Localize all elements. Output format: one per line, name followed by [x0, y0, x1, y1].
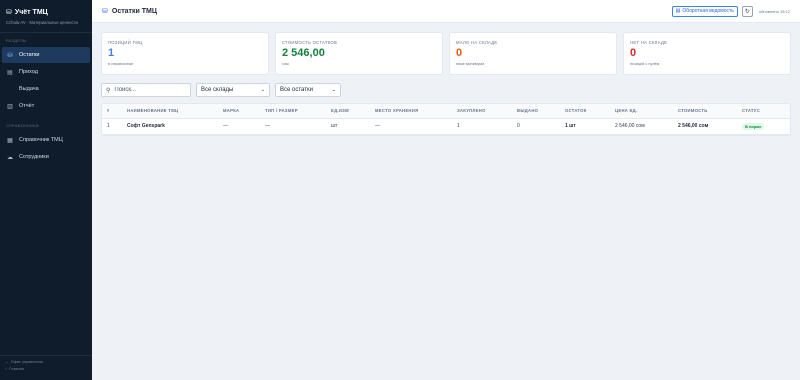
stat-card-empty: Нет на складе 0 позиций с нулём [623, 32, 791, 75]
card-label: Мало на складе [456, 40, 498, 45]
card-sub: сом [282, 62, 289, 66]
file-icon: ▤ [675, 8, 681, 14]
page-title-text: Остатки ТМЦ [111, 7, 157, 15]
topbar: ⛁ Остатки ТМЦ ▤ Оборотная ведомость ↻ об… [92, 0, 800, 23]
updated-time: обновлено 15:12 [758, 8, 790, 14]
cell-issued: 0 [512, 118, 560, 135]
card-sub: в справочнике [108, 62, 134, 66]
footer-link-home[interactable]: ⌂ Главная [5, 367, 87, 371]
refresh-button[interactable]: ↻ [741, 5, 753, 17]
refresh-icon: ↻ [744, 8, 750, 15]
app-title: ⛁ Учёт ТМЦ [6, 8, 86, 17]
cell-bought: 1 [452, 118, 512, 135]
table-row[interactable]: 1 Софт Genspark — — шт — 1 0 1 шт 2 546,… [102, 118, 790, 135]
column-header[interactable]: Остаток [560, 104, 610, 119]
warehouse-select[interactable]: Все склады ⌄ [196, 83, 270, 97]
stat-card-positions: Позиций ТМЦ 1 в справочнике [101, 32, 269, 75]
footer-link-office[interactable]: ← Офис управления [5, 360, 87, 364]
column-header[interactable]: Цена ед. [610, 104, 673, 119]
stat-cards: Позиций ТМЦ 1 в справочнике Стоимость ос… [101, 32, 791, 75]
cell-num: 1 [102, 118, 122, 135]
sidebar-item-report[interactable]: ▥ Отчёт [0, 98, 92, 114]
chevron-down-icon: ⌄ [331, 87, 336, 93]
column-header[interactable]: Стоимость [673, 104, 737, 119]
report-icon: ▥ [7, 103, 13, 110]
sidebar-item-stock[interactable]: ⛁ Остатки [2, 47, 90, 63]
cell-type: — [260, 118, 326, 135]
cell-place: — [370, 118, 452, 135]
card-label: Нет на складе [630, 40, 668, 45]
page-title: ⛁ Остатки ТМЦ [102, 7, 157, 16]
topbar-actions: ▤ Оборотная ведомость ↻ обновлено 15:12 [671, 5, 790, 17]
list-icon: ▦ [7, 137, 13, 144]
column-header[interactable]: Ед.изм [326, 104, 370, 119]
stat-card-value: Стоимость остатков 2 546,00 сом [275, 32, 443, 75]
home-icon: ⌂ [5, 367, 8, 371]
column-header[interactable]: Марка [218, 104, 260, 119]
brand: ⛁ Учёт ТМЦ Cсhala-AV · Материальные ценн… [0, 0, 92, 26]
filters: ⚲ Все склады ⌄ Все остатки ⌄ [101, 83, 341, 97]
boxes-icon: ⛁ [102, 8, 108, 15]
app-subtitle: Cсhala-AV · Материальные ценности [6, 20, 78, 25]
sidebar-item-issue[interactable]: Выдача [0, 81, 92, 97]
sidebar-item-employees[interactable]: ☁ Сотрудники [0, 149, 92, 165]
card-sub: ниже минимума [456, 62, 485, 66]
sidebar-item-catalog[interactable]: ▦ Справочник ТМЦ [0, 132, 92, 148]
table-header-row: # Наименование ТМЦ Марка Тип / размер Ед… [102, 104, 790, 119]
column-header[interactable]: Наименование ТМЦ [122, 104, 218, 119]
users-icon: ☁ [7, 154, 13, 161]
truck-icon: ▤ [7, 69, 13, 76]
cell-name: Софт Genspark [122, 118, 218, 135]
cell-rest: 1 шт [560, 118, 610, 135]
card-value: 2 546,00 [282, 47, 325, 59]
card-value: 0 [456, 47, 463, 59]
stat-card-low: Мало на складе 0 ниже минимума [449, 32, 617, 75]
column-header[interactable]: Закуплено [452, 104, 512, 119]
sidebar-item-label: Выдача [19, 86, 39, 92]
sidebar-footer: ← Офис управления ⌂ Главная [0, 355, 92, 380]
cell-cost: 2 546,00 сом [673, 118, 737, 135]
column-header[interactable]: Тип / размер [260, 104, 326, 119]
report-button[interactable]: ▤ Оборотная ведомость [671, 5, 738, 17]
card-label: Стоимость остатков [282, 40, 338, 45]
card-value: 0 [630, 47, 637, 59]
sidebar-item-label: Сотрудники [19, 154, 49, 160]
chevron-down-icon: ⌄ [260, 87, 265, 93]
cell-brand: — [218, 118, 260, 135]
status-badge: В норме [742, 122, 765, 130]
search-icon: ⚲ [106, 87, 111, 94]
sidebar-item-income[interactable]: ▤ Приход [0, 64, 92, 80]
sidebar: ⛁ Учёт ТМЦ Cсhala-AV · Материальные ценн… [0, 0, 92, 380]
footer-link-label: Главная [9, 367, 24, 371]
card-value: 1 [108, 47, 115, 59]
sidebar-item-label: Отчёт [19, 103, 35, 109]
arrow-left-icon: ← [5, 360, 9, 364]
stock-select[interactable]: Все остатки ⌄ [275, 83, 341, 97]
column-header[interactable]: Выдано [512, 104, 560, 119]
card-sub: позиций с нулём [630, 62, 660, 66]
search-input[interactable] [114, 87, 185, 93]
report-button-label: Оборотная ведомость [682, 8, 734, 14]
cell-unit: шт [326, 118, 370, 135]
column-header[interactable]: Место хранения [370, 104, 452, 119]
column-header[interactable]: Статус [737, 104, 790, 119]
stock-select-value: Все остатки [280, 87, 313, 93]
card-label: Позиций ТМЦ [108, 40, 143, 45]
sidebar-item-label: Приход [19, 69, 38, 75]
app-title-text: Учёт ТМЦ [14, 8, 48, 16]
search-box: ⚲ [101, 83, 191, 97]
sidebar-item-label: Справочник ТМЦ [19, 137, 63, 143]
section-label-main: Разделы [6, 39, 27, 43]
warehouse-select-value: Все склады [201, 87, 234, 93]
footer-link-label: Офис управления [10, 360, 43, 364]
section-label-ref: Справочники [6, 124, 39, 128]
cell-price: 2 546,00 сом [610, 118, 673, 135]
column-header[interactable]: # [102, 104, 122, 119]
stock-table: # Наименование ТМЦ Марка Тип / размер Ед… [101, 103, 791, 136]
sidebar-item-label: Остатки [19, 52, 40, 58]
boxes-icon: ⛁ [7, 52, 13, 59]
cell-status: В норме [737, 118, 790, 135]
boxes-icon: ⛁ [6, 9, 12, 16]
